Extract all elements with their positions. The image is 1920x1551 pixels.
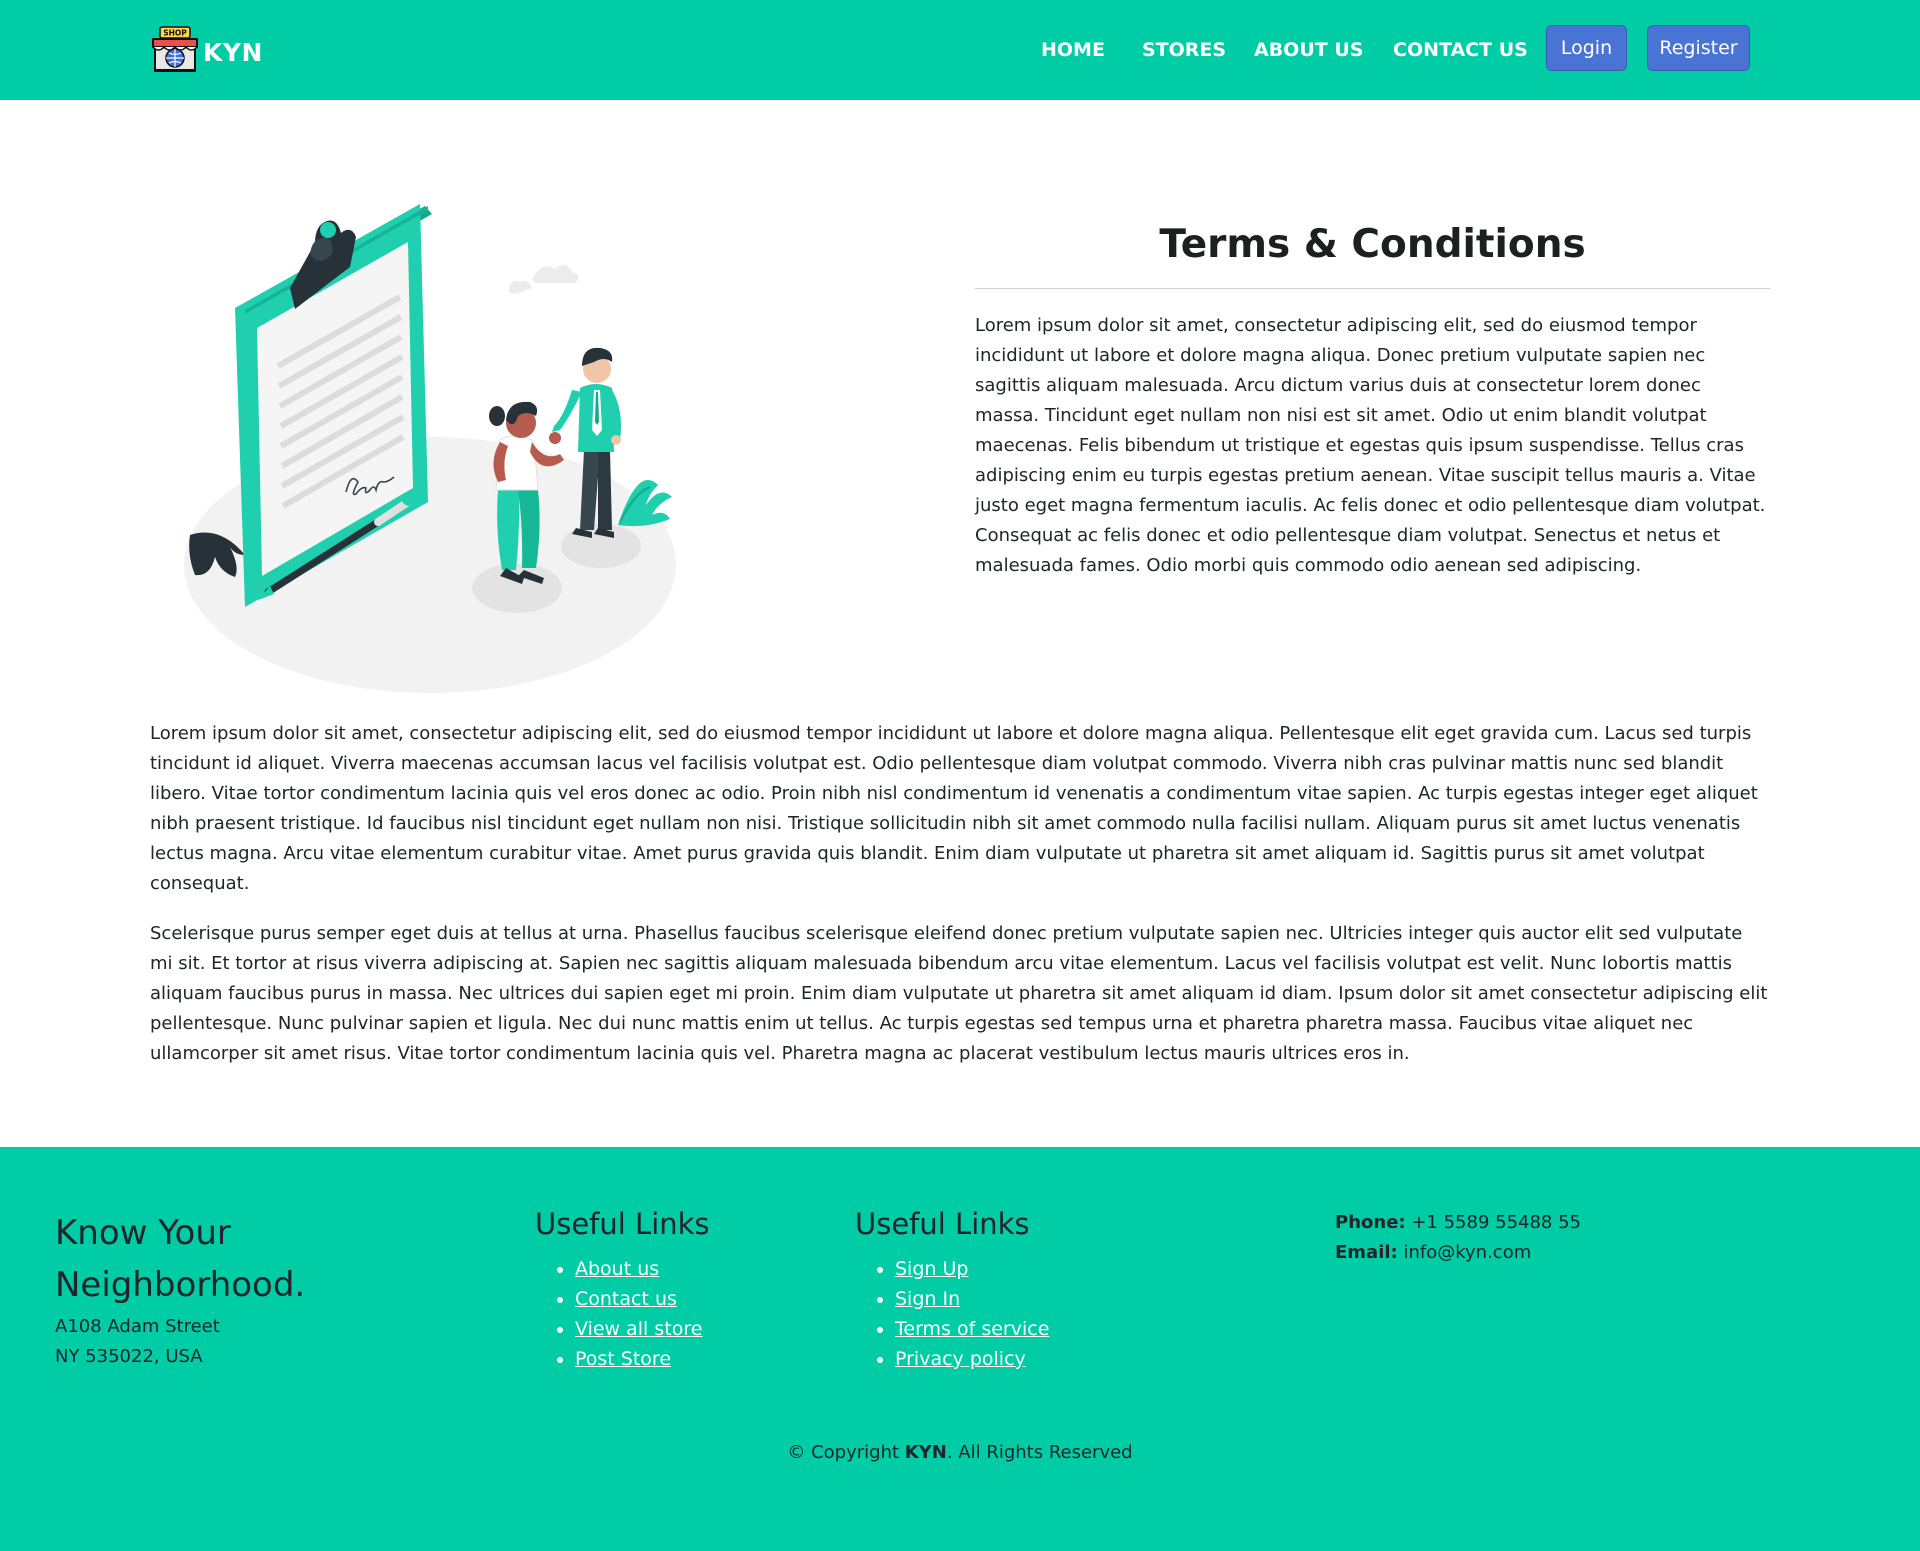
list-item: About us (575, 1254, 702, 1284)
list-item: Privacy policy (895, 1344, 1049, 1374)
footer-address-line2: NY 535022, USA (55, 1346, 203, 1367)
email-value: info@kyn.com (1403, 1242, 1532, 1263)
copyright-brand: KYN (904, 1442, 947, 1463)
contract-handshake-illustration (150, 170, 690, 704)
footer-link-about-us[interactable]: About us (575, 1258, 659, 1280)
nav-about-us-link[interactable]: ABOUT US (1254, 39, 1363, 61)
terms-intro-paragraph: Lorem ipsum dolor sit amet, consectetur … (975, 315, 1766, 576)
footer-links2-list: Sign Up Sign In Terms of service Privacy… (855, 1254, 1049, 1374)
terms-paragraph-2: Scelerisque purus semper eget duis at te… (150, 923, 1768, 1064)
footer-link-privacy-policy[interactable]: Privacy policy (895, 1348, 1026, 1370)
list-item: Sign In (895, 1284, 1049, 1314)
copyright-prefix: © Copyright (787, 1442, 900, 1463)
footer-links1-heading: Useful Links (535, 1207, 710, 1241)
email-label: Email: (1335, 1242, 1398, 1263)
footer-contact: Phone: +1 5589 55488 55 Email: info@kyn.… (1335, 1208, 1581, 1268)
footer-link-post-store[interactable]: Post Store (575, 1348, 671, 1370)
footer-link-terms-of-service[interactable]: Terms of service (895, 1318, 1049, 1340)
brand-logo-link[interactable]: SHOP KYN (150, 25, 263, 79)
page-title: Terms & Conditions (1159, 222, 1586, 267)
footer-address-line1: A108 Adam Street (55, 1316, 220, 1337)
shop-store-icon: SHOP (150, 25, 200, 79)
copyright-suffix: . All Rights Reserved (946, 1442, 1133, 1463)
list-item: View all store (575, 1314, 702, 1344)
list-item: Sign Up (895, 1254, 1049, 1284)
footer-address: A108 Adam Street NY 535022, USA (55, 1312, 220, 1372)
footer-link-contact-us[interactable]: Contact us (575, 1288, 677, 1310)
brand-name: KYN (203, 37, 263, 67)
terms-paragraph-1: Lorem ipsum dolor sit amet, consectetur … (150, 723, 1758, 894)
copyright: © Copyright KYN. All Rights Reserved (0, 1442, 1920, 1463)
list-item: Post Store (575, 1344, 702, 1374)
nav-home-link[interactable]: HOME (1041, 39, 1105, 61)
svg-text:SHOP: SHOP (163, 29, 187, 38)
phone-value: +1 5589 55488 55 (1411, 1212, 1582, 1233)
list-item: Contact us (575, 1284, 702, 1314)
list-item: Terms of service (895, 1314, 1049, 1344)
login-button[interactable]: Login (1546, 25, 1627, 71)
title-divider (975, 288, 1770, 289)
footer-link-sign-up[interactable]: Sign Up (895, 1258, 968, 1280)
phone-label: Phone: (1335, 1212, 1406, 1233)
nav-stores-link[interactable]: STORES (1142, 39, 1226, 61)
footer-tagline: Know Your Neighborhood. (55, 1213, 306, 1305)
footer-links2-heading: Useful Links (855, 1207, 1030, 1241)
register-button[interactable]: Register (1647, 25, 1750, 71)
footer-link-view-all-store[interactable]: View all store (575, 1318, 702, 1340)
nav-contact-us-link[interactable]: CONTACT US (1393, 39, 1528, 61)
footer-link-sign-in[interactable]: Sign In (895, 1288, 960, 1310)
navbar: SHOP KYN HOME STORES ABOUT US CONTACT US… (0, 0, 1920, 100)
footer-links1-list: About us Contact us View all store Post … (535, 1254, 702, 1374)
